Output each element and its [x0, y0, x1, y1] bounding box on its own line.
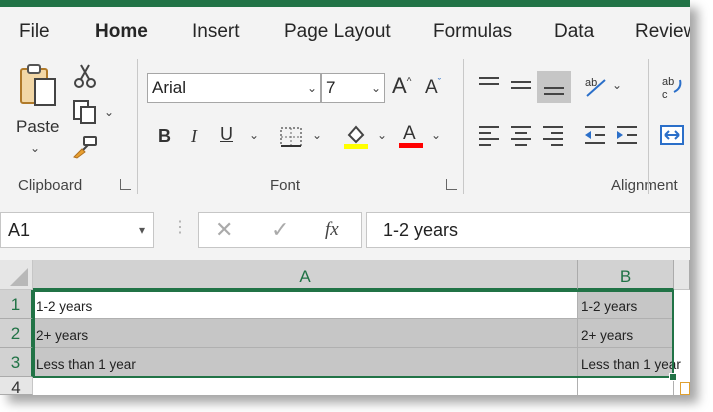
font-size-chevron-icon: ⌄ [370, 81, 381, 95]
increase-font-size-icon[interactable]: A^ [392, 73, 411, 99]
formula-value: 1-2 years [383, 220, 459, 240]
tab-review[interactable]: Review [635, 21, 690, 43]
wrap-text-icon[interactable]: ab c [660, 73, 686, 101]
cut-icon[interactable] [74, 63, 96, 89]
fill-color-icon[interactable] [343, 123, 369, 149]
cell-a2[interactable]: 2+ years [33, 319, 578, 348]
tab-home[interactable]: Home [95, 21, 148, 43]
font-launcher-icon[interactable] [446, 179, 457, 190]
bold-icon[interactable]: B [158, 126, 171, 147]
align-center-icon[interactable] [508, 123, 534, 147]
font-name-chevron-icon: ⌄ [306, 81, 317, 95]
clipboard-launcher-icon[interactable] [120, 179, 131, 190]
select-all-corner[interactable] [0, 260, 33, 290]
name-box[interactable]: A1 ▾ [0, 212, 154, 248]
cancel-icon[interactable]: ✕ [215, 217, 233, 243]
paste-chevron-icon[interactable]: ⌄ [30, 141, 40, 155]
top-align-icon[interactable] [476, 73, 502, 97]
excel-window: File Home Insert Page Layout Formulas Da… [0, 0, 690, 395]
orientation-icon[interactable]: ab [582, 73, 610, 99]
font-color-icon[interactable]: A [398, 121, 424, 149]
middle-align-icon[interactable] [508, 73, 534, 97]
ribbon-home: Paste ⌄ ⌄ Clipboard Arial ⌄ 7 ⌄ A^ Aˇ B … [0, 49, 690, 197]
group-divider [463, 59, 464, 194]
decrease-font-size-icon[interactable]: Aˇ [425, 77, 441, 99]
tab-file[interactable]: File [19, 21, 50, 43]
cell-a1[interactable]: 1-2 years [33, 290, 578, 319]
column-header-a[interactable]: A [33, 260, 578, 290]
align-left-icon[interactable] [476, 123, 502, 147]
tab-data[interactable]: Data [554, 21, 594, 43]
borders-chevron-icon[interactable]: ⌄ [312, 128, 322, 142]
fill-color-chevron-icon[interactable]: ⌄ [377, 128, 387, 142]
bottom-align-icon[interactable] [537, 71, 571, 103]
font-group-label: Font [270, 177, 301, 194]
increase-indent-icon[interactable] [614, 123, 640, 147]
alignment-group-label: Alignment [611, 177, 678, 194]
font-name-value: Arial [152, 78, 187, 97]
formula-bar: A1 ▾ ⋮ ✕ ✓ fx 1-2 years [0, 208, 690, 252]
svg-text:ab: ab [662, 76, 674, 88]
ribbon-tabs: File Home Insert Page Layout Formulas Da… [0, 7, 690, 52]
group-divider [137, 59, 138, 194]
format-painter-icon[interactable] [72, 135, 98, 159]
copy-chevron-icon[interactable]: ⌄ [104, 105, 114, 119]
orientation-chevron-icon[interactable]: ⌄ [612, 78, 622, 92]
svg-text:A: A [403, 123, 416, 144]
cell-a4[interactable] [33, 377, 578, 395]
name-box-value: A1 [8, 220, 31, 240]
row-header-3[interactable]: 3 [0, 348, 33, 377]
quick-analysis-icon[interactable] [680, 382, 690, 395]
align-right-icon[interactable] [540, 123, 566, 147]
insert-function-icon[interactable]: fx [325, 219, 339, 241]
title-strip [0, 0, 690, 7]
fill-handle[interactable] [669, 373, 677, 381]
font-size-value: 7 [326, 78, 336, 97]
font-color-chevron-icon[interactable]: ⌄ [431, 128, 441, 142]
cell-b4[interactable] [578, 377, 674, 395]
merge-center-icon[interactable] [658, 123, 686, 147]
enter-icon[interactable]: ✓ [271, 217, 289, 243]
fill-color-swatch [344, 144, 368, 149]
svg-text:c: c [662, 89, 668, 100]
name-box-chevron-icon[interactable]: ▾ [139, 213, 145, 247]
paste-label[interactable]: Paste [16, 117, 59, 137]
underline-icon[interactable]: U [220, 124, 233, 145]
italic-icon[interactable]: I [191, 126, 197, 147]
tab-page-layout[interactable]: Page Layout [284, 21, 391, 43]
formula-input[interactable]: 1-2 years [366, 212, 690, 248]
copy-icon[interactable] [72, 99, 98, 125]
paste-icon[interactable] [14, 63, 62, 109]
cell-b2[interactable]: 2+ years [578, 319, 674, 348]
font-size-select[interactable]: 7 ⌄ [321, 73, 385, 103]
formula-buttons: ✕ ✓ fx [198, 212, 362, 248]
font-name-select[interactable]: Arial ⌄ [147, 73, 321, 103]
column-header-b[interactable]: B [578, 260, 674, 290]
group-divider [648, 59, 649, 194]
row-header-1[interactable]: 1 [0, 290, 33, 319]
tab-formulas[interactable]: Formulas [433, 21, 512, 43]
tab-insert[interactable]: Insert [192, 21, 240, 43]
cell-a3[interactable]: Less than 1 year [33, 348, 578, 377]
borders-icon[interactable] [278, 125, 304, 149]
cell-b3[interactable]: Less than 1 year [578, 348, 681, 377]
clipboard-group-label: Clipboard [18, 177, 83, 194]
decrease-indent-icon[interactable] [582, 123, 608, 147]
column-header-c[interactable] [674, 260, 690, 290]
formula-bar-grip-icon[interactable]: ⋮ [172, 220, 188, 236]
underline-chevron-icon[interactable]: ⌄ [249, 128, 259, 142]
worksheet-grid: A B 1 2 3 4 1-2 years 1-2 years 2+ years… [0, 260, 690, 395]
row-header-4[interactable]: 4 [0, 377, 33, 395]
row-header-2[interactable]: 2 [0, 319, 33, 348]
cell-b1[interactable]: 1-2 years [578, 290, 674, 319]
